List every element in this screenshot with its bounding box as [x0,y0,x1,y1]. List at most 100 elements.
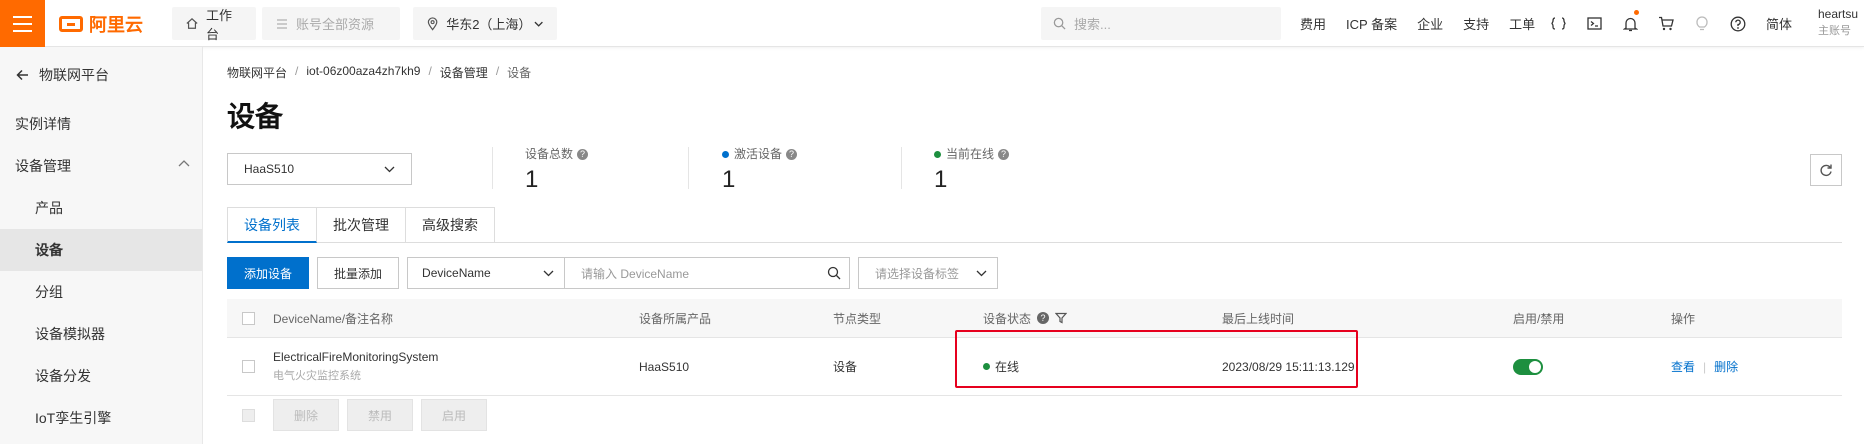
device-tag-select[interactable]: 请选择设备标签 [858,257,999,289]
user-account-type: 主账号 [1818,25,1851,37]
logo-text: 阿里云 [89,14,143,35]
column-header: 操作 [1671,311,1696,326]
add-device-button[interactable]: 添加设备 [227,257,310,289]
sidebar-item-label: 产品 [35,200,63,216]
device-node-type: 设备 [833,360,858,374]
aliyun-logo[interactable]: 阿里云 [59,11,143,36]
product-select[interactable]: HaaS510 [227,153,412,185]
stat-value: 1 [722,166,736,193]
device-actions: 查看 | 删除 [1671,338,1738,395]
stat-total-devices: 设备总数? 1 [525,145,589,194]
main-content: 物联网平台 / iot-06z00aza4zh7kh9 / 设备管理 / 设备 … [227,47,1864,444]
tab-bar: 设备列表 批次管理 高级搜索 [227,207,1842,243]
sidebar-item-iot-twin-engine[interactable]: IoT孪生引擎 [0,397,202,439]
sidebar-item-device-simulator[interactable]: 设备模拟器 [0,313,202,355]
notification-bell-icon[interactable] [1612,0,1648,47]
action-separator: | [1703,359,1707,374]
sidebar-item-instance-details[interactable]: 实例详情 [0,103,202,145]
breadcrumb: 物联网平台 / iot-06z00aza4zh7kh9 / 设备管理 / 设备 [227,64,531,81]
nav-link-icp[interactable]: ICP 备案 [1336,14,1407,33]
refresh-button[interactable] [1810,154,1842,186]
breadcrumb-current: 设备 [507,66,532,80]
product-select-value: HaaS510 [244,162,295,176]
row-checkbox[interactable] [242,360,255,373]
batch-select-checkbox[interactable] [242,408,255,422]
annotation-highlight-box [955,330,1358,388]
search-icon [1053,17,1066,30]
user-name: heartsu [1818,7,1859,21]
batch-actions: 删除 禁用 启用 [227,399,488,431]
cart-icon[interactable] [1648,0,1684,47]
tab-advanced-search[interactable]: 高级搜索 [406,207,495,243]
column-header: DeviceName/备注名称 [273,311,394,326]
sidebar-item-devices[interactable]: 设备 [0,229,202,271]
chevron-down-icon [976,270,987,276]
filter-icon[interactable] [1055,312,1068,324]
filter-field-select[interactable]: DeviceName [407,257,566,289]
column-header: 设备所属产品 [639,311,712,326]
help-icon[interactable]: ? [577,149,589,161]
search-icon[interactable] [827,266,841,280]
column-header: 设备状态 [983,311,1032,326]
breadcrumb-item[interactable]: 物联网平台 [227,64,287,81]
help-icon[interactable] [1720,0,1756,47]
sidebar-item-label: 设备模拟器 [35,326,105,342]
device-name-search-input[interactable]: 请输入 DeviceName [565,257,851,289]
lightbulb-icon[interactable] [1684,0,1720,47]
tag-select-placeholder: 请选择设备标签 [875,266,960,281]
resource-scope-selector[interactable]: 账号全部资源 [262,7,400,40]
batch-enable-button[interactable]: 启用 [421,399,488,431]
breadcrumb-item[interactable]: iot-06z00aza4zh7kh9 [306,64,420,81]
device-enable-toggle[interactable] [1513,358,1543,375]
sidebar-item-device-distribution[interactable]: 设备分发 [0,355,202,397]
stat-divider [901,147,902,189]
global-search-input[interactable]: 搜索... [1041,7,1281,40]
help-icon[interactable]: ? [786,149,798,161]
batch-disable-button[interactable]: 禁用 [347,399,414,431]
nav-link-enterprise[interactable]: 企业 [1407,14,1453,33]
help-icon[interactable]: ? [998,149,1010,161]
sidebar-item-groups[interactable]: 分组 [0,271,202,313]
stat-divider [492,147,493,189]
sidebar: 物联网平台 实例详情 设备管理 产品 设备 分组 设备模拟器 设备分发 IoT孪… [0,47,203,444]
sidebar-item-products[interactable]: 产品 [0,187,202,229]
tab-device-list[interactable]: 设备列表 [227,207,317,243]
delete-device-link[interactable]: 删除 [1714,358,1738,375]
device-enable-toggle-cell [1513,338,1543,395]
hamburger-menu-button[interactable] [0,0,45,47]
workbench-button[interactable]: 工作台 [172,7,256,42]
device-product: HaaS510 [639,359,690,374]
stat-label: 当前在线 [946,147,995,161]
home-icon [186,17,198,29]
stat-label: 设备总数 [525,147,574,161]
view-device-link[interactable]: 查看 [1671,358,1695,375]
nav-link-ticket[interactable]: 工单 [1499,14,1545,33]
status-dot-icon [934,151,941,159]
chevron-down-icon [534,21,543,27]
help-icon[interactable]: ? [1037,312,1050,324]
terminal-icon[interactable] [1576,0,1612,47]
sidebar-group-device-management[interactable]: 设备管理 [0,145,202,187]
sidebar-back-button[interactable]: 物联网平台 [0,47,202,103]
tab-batch-management[interactable]: 批次管理 [317,207,406,243]
sidebar-item-label: 设备管理 [15,158,71,174]
page-title: 设备 [227,101,284,132]
language-switcher[interactable]: 简体 [1756,14,1802,33]
select-all-checkbox[interactable] [242,311,255,325]
breadcrumb-item[interactable]: 设备管理 [440,64,488,81]
resource-scope-label: 账号全部资源 [296,17,375,32]
code-icon[interactable] [1540,0,1576,47]
sidebar-item-label: 实例详情 [15,116,71,132]
arrow-left-icon [16,69,28,81]
region-selector[interactable]: 华东2（上海） [413,7,557,40]
nav-link-billing[interactable]: 费用 [1290,14,1336,33]
batch-delete-button[interactable]: 删除 [273,399,340,431]
user-account-menu[interactable]: heartsu 主账号 [1818,6,1858,40]
workbench-label: 工作台 [206,7,233,42]
search-placeholder: 请输入 DeviceName [581,266,690,281]
device-name: ElectricalFireMonitoringSystem [273,350,439,364]
sidebar-item-label: 设备 [35,242,63,258]
batch-add-button[interactable]: 批量添加 [317,257,400,289]
nav-link-support[interactable]: 支持 [1453,14,1499,33]
status-dot-icon [722,151,729,159]
